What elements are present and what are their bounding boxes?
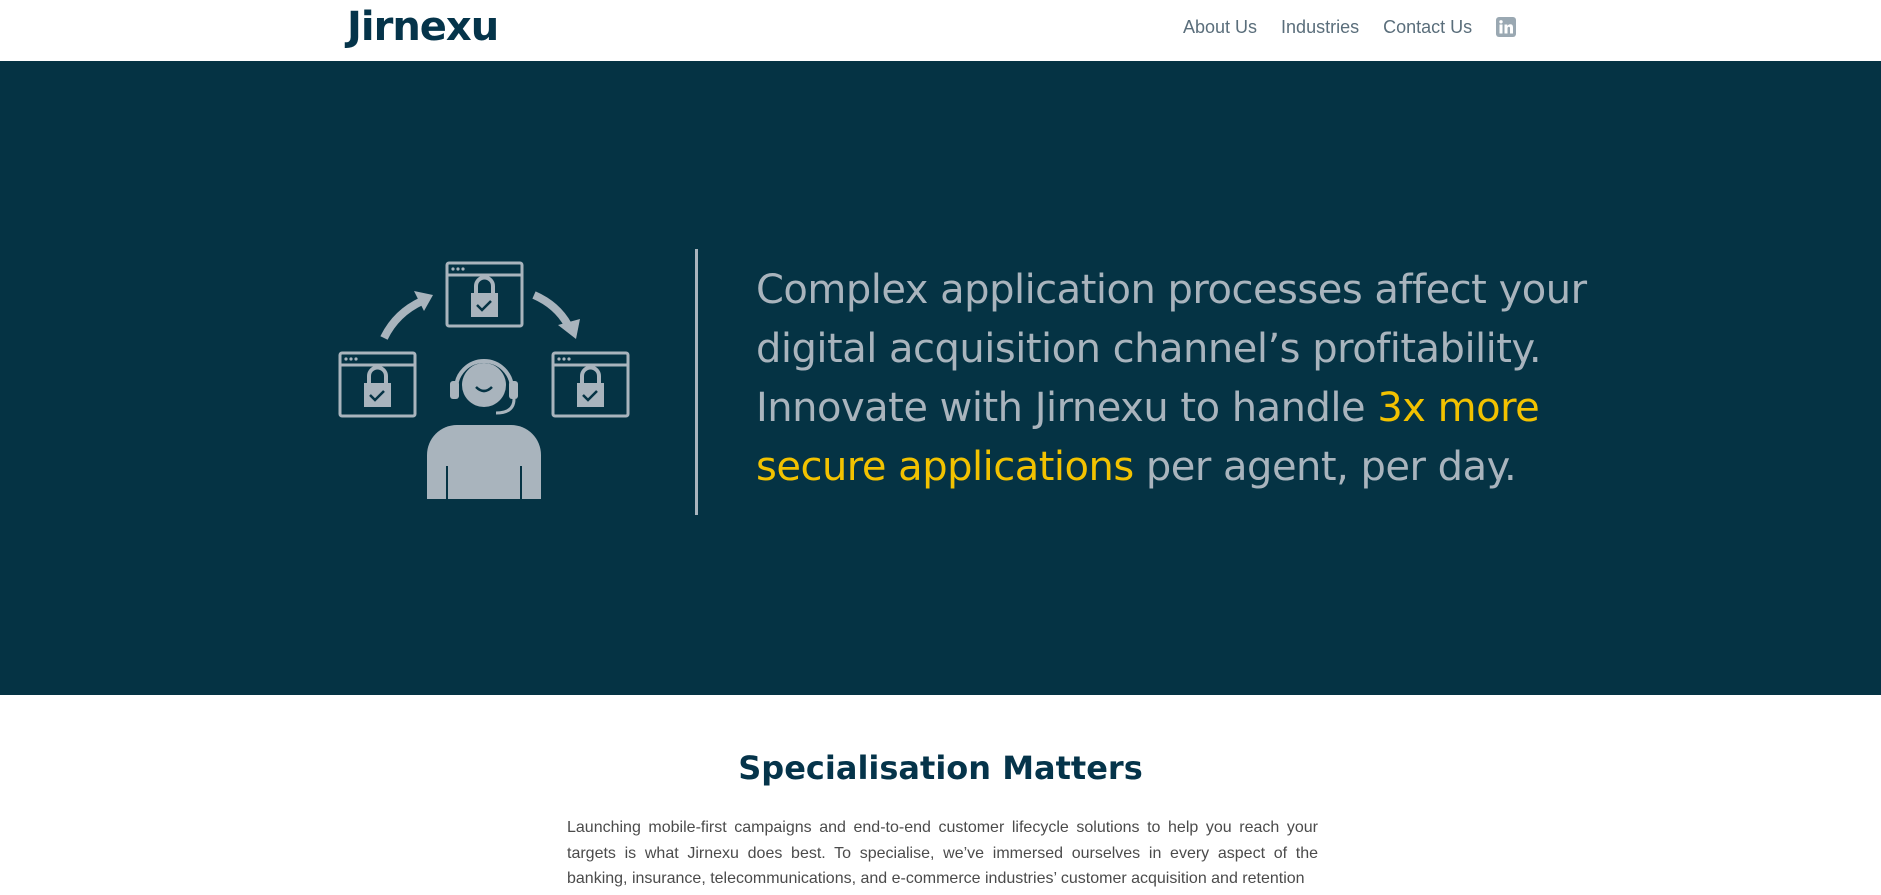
section-title-specialisation: Specialisation Matters <box>738 749 1143 787</box>
hero-section: Complex application processes affect you… <box>0 61 1881 695</box>
nav-contact-us[interactable]: Contact Us <box>1383 17 1472 38</box>
agent-secure-applications-illustration <box>336 261 636 506</box>
linkedin-icon[interactable] <box>1496 17 1517 37</box>
hero-text-part2: per agent, per day. <box>1133 444 1517 490</box>
logo[interactable]: Jirnexu <box>347 2 499 52</box>
hero-divider <box>695 249 698 515</box>
hero-headline: Complex application processes affect you… <box>756 261 1596 497</box>
main-nav: About Us Industries Contact Us <box>1183 16 1517 38</box>
specialisation-body: Launching mobile-first campaigns and end… <box>567 819 1318 887</box>
nav-about-us[interactable]: About Us <box>1183 17 1257 38</box>
site-header: Jirnexu About Us Industries Contact Us <box>0 0 1881 61</box>
nav-industries[interactable]: Industries <box>1281 17 1359 38</box>
